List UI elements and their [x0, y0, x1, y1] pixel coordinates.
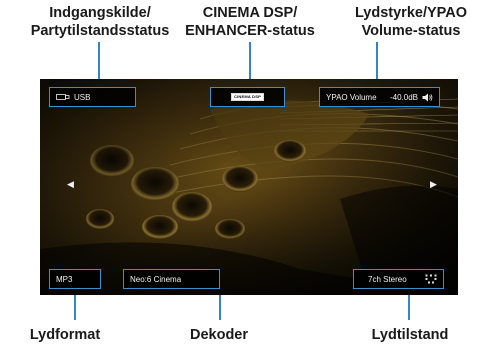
cinema-dsp-logo: CINEMA DSP: [231, 93, 264, 101]
callout-volume-line2: Volume-status: [361, 23, 461, 39]
decoder-text: Neo:6 Cinema: [130, 274, 182, 284]
surround-speakers-icon: [425, 274, 437, 284]
callout-volume-line1: Lydstyrke/YPAO: [354, 5, 467, 21]
audio-format-badge: MP3: [49, 269, 101, 289]
callout-input-line1: Indgangskilde/: [49, 5, 151, 21]
decoder-badge: Neo:6 Cinema: [123, 269, 220, 289]
input-source-badge: USB: [49, 87, 136, 107]
callout-input-status: Indgangskilde/ Partytilstandsstatus: [6, 4, 194, 40]
sound-mode-text: 7ch Stereo: [368, 274, 407, 284]
sound-mode-badge: 7ch Stereo: [353, 269, 444, 289]
callout-audio-format: Lydformat: [29, 327, 101, 343]
left-arrow-icon[interactable]: ◀: [67, 179, 74, 190]
usb-input-icon: [56, 94, 70, 100]
right-arrow-icon[interactable]: ▶: [430, 179, 437, 190]
volume-status-badge: YPAO Volume -40.0dB: [319, 87, 440, 107]
leader-dsp: [249, 42, 251, 83]
leader-input: [98, 42, 100, 83]
piano-background-image: [40, 79, 458, 295]
callout-decoder: Dekoder: [189, 327, 249, 343]
dsp-status-badge: CINEMA DSP: [210, 87, 285, 107]
input-source-text: USB: [74, 92, 91, 102]
callout-sound-mode: Lydtilstand: [371, 327, 449, 343]
tv-screen: USB CINEMA DSP YPAO Volume -40.0dB ◀ ▶ M…: [40, 79, 458, 295]
leader-volume: [376, 42, 378, 83]
callout-volume-status: Lydstyrke/YPAO Volume-status: [326, 4, 496, 40]
callout-dsp-status: CINEMA DSP/ ENHANCER-status: [170, 4, 330, 40]
audio-format-text: MP3: [56, 274, 73, 284]
callout-dsp-line1: CINEMA DSP/: [202, 5, 298, 21]
ypao-volume-label: YPAO Volume: [326, 92, 377, 102]
callout-dsp-line2: ENHANCER-status: [185, 23, 315, 39]
callout-input-line2: Partytilstandsstatus: [30, 23, 170, 39]
speaker-volume-icon: [422, 93, 433, 101]
volume-value: -40.0dB: [389, 92, 418, 102]
